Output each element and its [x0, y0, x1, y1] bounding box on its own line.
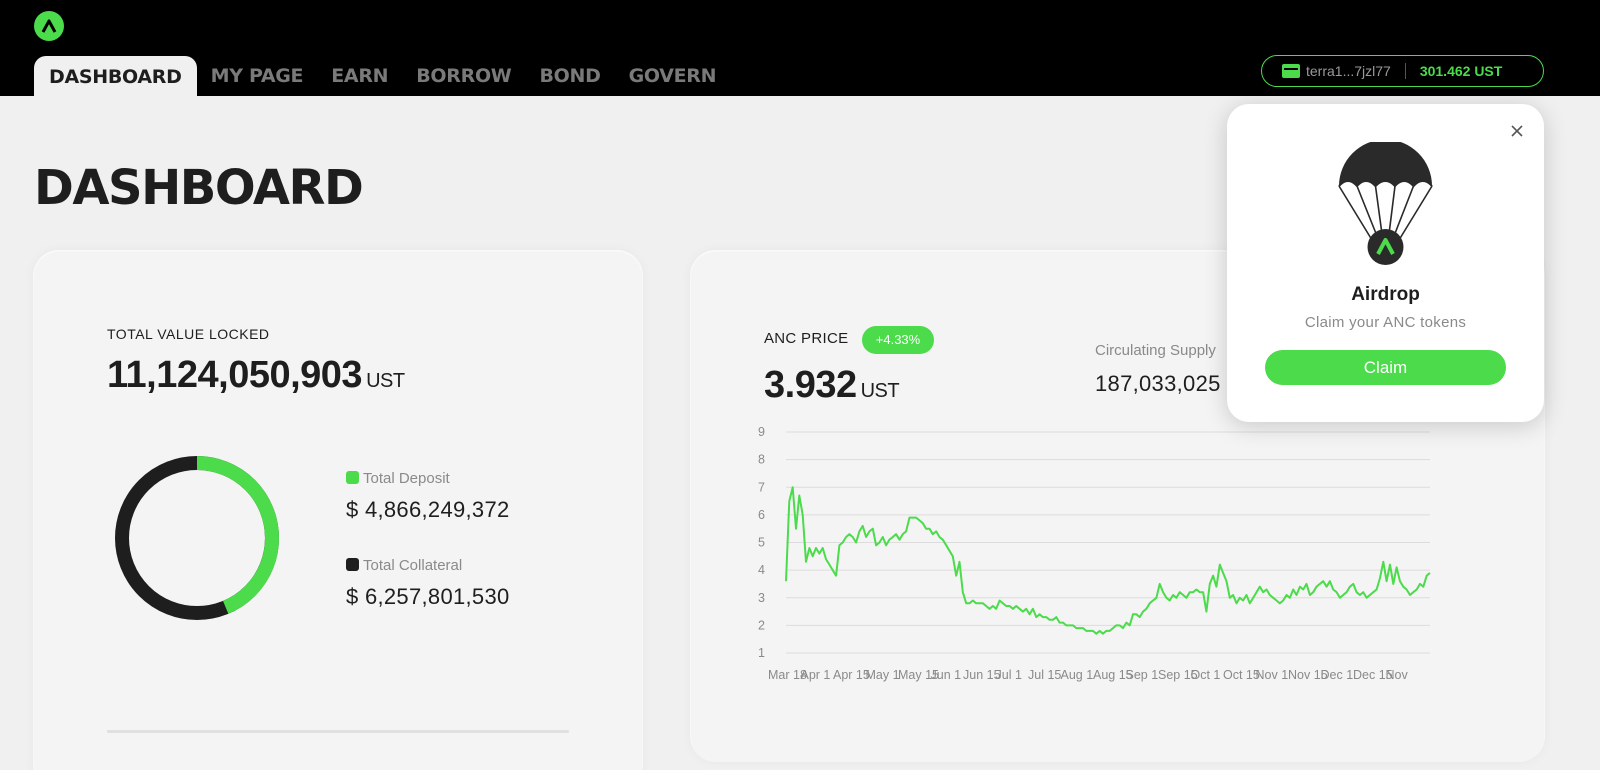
anc-price-label: ANC PRICE	[764, 330, 849, 347]
deposit-color-swatch	[346, 471, 359, 484]
wallet-balance: 301.462 UST	[1419, 63, 1503, 79]
x-tick-label: Oct 1	[1191, 668, 1221, 682]
y-tick-label: 3	[758, 591, 765, 605]
y-tick-label: 9	[758, 425, 765, 439]
claim-button[interactable]: Claim	[1265, 350, 1506, 385]
wallet-address: terra1...7jzl77	[1306, 63, 1391, 79]
anc-price-amount: 3.932	[764, 364, 857, 406]
anc-change-badge: +4.33%	[862, 326, 934, 354]
main-nav: DASHBOARD MY PAGE EARN BORROW BOND GOVER…	[34, 56, 730, 96]
airdrop-popup: Airdrop Claim your ANC tokens Claim	[1227, 104, 1544, 422]
tvl-value: 11,124,050,903 UST	[107, 354, 405, 397]
x-tick-label: Dec 1	[1321, 668, 1354, 682]
x-tick-label: Jul 15	[1028, 668, 1061, 682]
anc-price-unit: UST	[860, 380, 900, 402]
y-tick-label: 6	[758, 508, 765, 522]
y-tick-label: 2	[758, 618, 765, 632]
anc-price-line	[785, 486, 1431, 635]
y-tick-label: 1	[758, 646, 765, 660]
nav-borrow[interactable]: BORROW	[402, 56, 525, 96]
x-tick-label: Nov	[1386, 668, 1409, 682]
card-divider	[107, 730, 569, 733]
deposit-value: $ 4,866,249,372	[346, 497, 510, 522]
anc-price-value: 3.932 UST	[764, 364, 900, 407]
nav-my-page[interactable]: MY PAGE	[197, 56, 318, 96]
x-tick-label: Sep 1	[1126, 668, 1159, 682]
nav-dashboard[interactable]: DASHBOARD	[34, 56, 197, 96]
collateral-color-swatch	[346, 558, 359, 571]
anchor-logo-icon[interactable]	[34, 11, 64, 41]
nav-earn[interactable]: EARN	[317, 56, 402, 96]
airdrop-subtitle: Claim your ANC tokens	[1304, 314, 1467, 331]
anc-price-chart[interactable]: 123456789Mar 18Apr 1 Apr 15May 1May 15Jun…	[740, 420, 1460, 690]
nav-govern[interactable]: GOVERN	[615, 56, 731, 96]
top-bar: DASHBOARD MY PAGE EARN BORROW BOND GOVER…	[0, 0, 1600, 96]
nav-bond[interactable]: BOND	[525, 56, 614, 96]
collateral-value: $ 6,257,801,530	[346, 584, 510, 609]
y-tick-label: 8	[758, 453, 765, 467]
tvl-card: TOTAL VALUE LOCKED 11,124,050,903 UST Tot…	[33, 250, 643, 770]
close-icon[interactable]	[1506, 120, 1528, 142]
airdrop-title: Airdrop	[1351, 284, 1420, 305]
deposit-label: Total Deposit	[363, 470, 450, 487]
tvl-label: TOTAL VALUE LOCKED	[107, 326, 270, 342]
tvl-amount: 11,124,050,903	[107, 354, 363, 396]
x-tick-label: Apr 15	[833, 668, 870, 682]
y-tick-label: 5	[758, 536, 765, 550]
wallet-separator	[1404, 63, 1406, 79]
circulating-supply-label: Circulating Supply	[1095, 342, 1216, 359]
x-tick-label: Jun 1	[931, 668, 962, 682]
wallet-icon	[1282, 64, 1300, 78]
collateral-label: Total Collateral	[363, 557, 463, 574]
x-tick-label: Oct 15	[1223, 668, 1260, 682]
circulating-supply-value: 187,033,025	[1095, 371, 1221, 396]
page-title: DASHBOARD	[34, 160, 364, 216]
parachute-icon	[1338, 142, 1433, 265]
wallet-button[interactable]: terra1...7jzl77 301.462 UST	[1261, 55, 1544, 87]
legend-collateral: Total Collateral $ 6,257,801,530	[346, 557, 510, 610]
tvl-unit: UST	[366, 370, 405, 392]
x-tick-label: May 1	[866, 668, 900, 682]
x-tick-label: Nov 1	[1256, 668, 1289, 682]
x-tick-label: Apr 1	[801, 668, 831, 682]
x-tick-label: Jul 1	[996, 668, 1022, 682]
legend-deposit: Total Deposit $ 4,866,249,372	[346, 470, 510, 523]
y-tick-label: 7	[758, 480, 765, 494]
y-tick-label: 4	[758, 563, 765, 577]
x-tick-label: Aug 1	[1061, 668, 1094, 682]
tvl-donut-chart	[115, 456, 279, 620]
